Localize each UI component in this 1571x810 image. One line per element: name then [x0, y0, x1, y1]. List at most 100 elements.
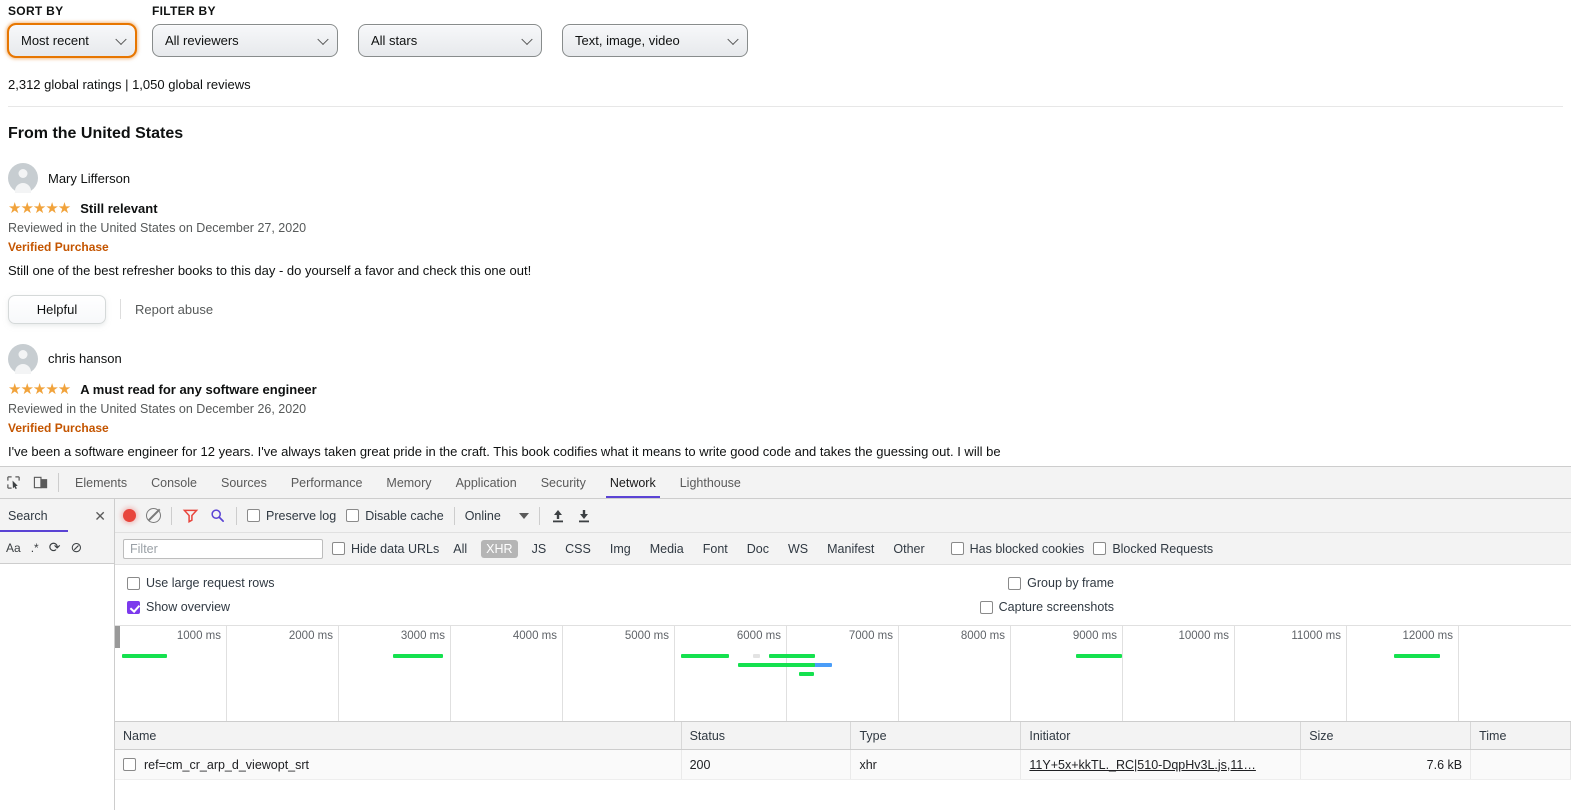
request-time: [1471, 750, 1571, 779]
filter-type-manifest[interactable]: Manifest: [822, 540, 879, 558]
tab-performance[interactable]: Performance: [279, 467, 375, 498]
filter-type-font[interactable]: Font: [698, 540, 733, 558]
checkbox-box[interactable]: [979, 600, 993, 614]
search-icon[interactable]: [209, 508, 226, 523]
review-title[interactable]: A must read for any software engineer: [80, 382, 316, 397]
column-header-status[interactable]: Status: [682, 722, 852, 749]
clear-network-log-icon[interactable]: [146, 508, 161, 523]
filter-type-js[interactable]: JS: [527, 540, 552, 558]
export-har-icon[interactable]: [576, 508, 592, 524]
row-checkbox[interactable]: [123, 758, 136, 771]
request-name-cell[interactable]: ref=cm_cr_arp_d_viewopt_srt: [115, 750, 682, 779]
checkbox-box[interactable]: [1008, 576, 1022, 590]
table-header-row: Name Status Type Initiator Size Time: [115, 722, 1571, 750]
request-initiator[interactable]: 11Y+5x+kkTL._RC|510-DqpHv3L.js,11…: [1021, 750, 1302, 779]
devtools-body: Search ✕ Aa .* ⟳ ⊘ Preserve log Disable …: [0, 499, 1571, 810]
tab-memory[interactable]: Memory: [374, 467, 443, 498]
checkbox-box[interactable]: [950, 542, 964, 555]
sort-by-select[interactable]: Most recent: [7, 23, 137, 58]
filter-by-label: FILTER BY: [152, 4, 216, 18]
report-abuse-link[interactable]: Report abuse: [135, 302, 213, 317]
filter-type-doc[interactable]: Doc: [742, 540, 774, 558]
use-large-request-rows-checkbox[interactable]: Use large request rows: [127, 576, 275, 590]
avatar: [8, 163, 38, 193]
tab-sources[interactable]: Sources: [209, 467, 279, 498]
throttling-select[interactable]: Online: [465, 509, 529, 523]
preserve-log-label: Preserve log: [266, 508, 337, 523]
divider: [453, 506, 455, 525]
blocked-requests-checkbox[interactable]: Blocked Requests: [1093, 542, 1213, 556]
devtools-tabbar: Elements Console Sources Performance Mem…: [0, 467, 1571, 499]
filter-type-css[interactable]: CSS: [560, 540, 596, 558]
review-title[interactable]: Still relevant: [80, 201, 157, 216]
inspect-element-icon[interactable]: [0, 467, 27, 498]
filter-type-all[interactable]: All: [448, 540, 472, 558]
clear-search-icon[interactable]: ⊘: [70, 539, 82, 556]
overview-request-bar: [753, 654, 761, 658]
helpful-button[interactable]: Helpful: [8, 294, 106, 324]
all-stars-select[interactable]: All stars: [358, 24, 542, 57]
filter-type-img[interactable]: Img: [605, 540, 636, 558]
chevron-down-icon: [521, 33, 533, 45]
filter-icon[interactable]: [182, 508, 199, 523]
overview-left-handle[interactable]: [115, 626, 120, 648]
review-author-name[interactable]: chris hanson: [48, 351, 122, 366]
column-header-name[interactable]: Name: [115, 722, 682, 749]
star-rating-icon[interactable]: ★★★★★: [8, 201, 71, 216]
close-icon[interactable]: ✕: [94, 509, 106, 523]
blocked-requests-label: Blocked Requests: [1112, 541, 1214, 556]
all-reviewers-select[interactable]: All reviewers: [152, 24, 338, 57]
filter-type-media[interactable]: Media: [645, 540, 689, 558]
request-status: 200: [682, 750, 852, 779]
search-tab[interactable]: Search ✕: [0, 499, 114, 532]
tab-security[interactable]: Security: [529, 467, 598, 498]
capture-screenshots-checkbox[interactable]: Capture screenshots: [979, 600, 1114, 614]
disable-cache-checkbox[interactable]: Disable cache: [346, 509, 444, 523]
search-tools: Aa .* ⟳ ⊘: [0, 532, 114, 564]
checkbox-box[interactable]: [332, 542, 345, 555]
refresh-icon[interactable]: ⟳: [49, 539, 61, 556]
checkbox-box[interactable]: [127, 576, 140, 590]
match-case-icon[interactable]: Aa: [6, 541, 21, 555]
capture-screenshots-label: Capture screenshots: [998, 600, 1114, 614]
tab-console[interactable]: Console: [139, 467, 209, 498]
show-overview-checkbox[interactable]: Show overview: [127, 600, 230, 614]
column-header-type[interactable]: Type: [851, 722, 1022, 749]
filter-type-other[interactable]: Other: [888, 540, 929, 558]
has-blocked-cookies-checkbox[interactable]: Has blocked cookies: [950, 542, 1084, 556]
column-header-time[interactable]: Time: [1471, 722, 1571, 749]
review-author-name[interactable]: Mary Lifferson: [48, 171, 130, 186]
checkbox-box[interactable]: [247, 509, 260, 522]
media-type-select[interactable]: Text, image, video: [562, 24, 748, 57]
tab-network[interactable]: Network: [598, 467, 668, 498]
import-har-icon[interactable]: [550, 508, 566, 524]
review-date: Reviewed in the United States on Decembe…: [8, 401, 307, 416]
network-overview-timeline[interactable]: 1000 ms 2000 ms 3000 ms 4000 ms 5000 ms 6000 …: [115, 626, 1571, 722]
checkbox-box[interactable]: [127, 600, 140, 614]
filter-type-xhr[interactable]: XHR: [481, 539, 518, 558]
checkbox-box[interactable]: [1093, 542, 1107, 555]
filter-type-ws[interactable]: WS: [783, 540, 813, 558]
star-rating-icon[interactable]: ★★★★★: [8, 382, 71, 397]
checkbox-box[interactable]: [346, 509, 360, 522]
preserve-log-checkbox[interactable]: Preserve log: [247, 509, 336, 523]
tab-elements[interactable]: Elements: [63, 467, 139, 498]
column-header-initiator[interactable]: Initiator: [1021, 722, 1302, 749]
initiator-link[interactable]: 11Y+5x+kkTL._RC|510-DqpHv3L.js,11…: [1029, 758, 1256, 772]
tab-lighthouse[interactable]: Lighthouse: [668, 467, 753, 498]
ratings-summary: 2,312 global ratings | 1,050 global revi…: [8, 77, 251, 92]
sort-by-label: SORT BY: [8, 4, 64, 18]
group-by-frame-checkbox[interactable]: Group by frame: [1008, 576, 1114, 590]
record-icon[interactable]: [123, 509, 136, 522]
table-row[interactable]: ref=cm_cr_arp_d_viewopt_srt 200 xhr 11Y+…: [115, 750, 1571, 780]
regex-icon[interactable]: .*: [31, 541, 39, 555]
filter-input[interactable]: Filter: [123, 538, 323, 559]
chevron-down-icon: [115, 33, 127, 45]
group-by-frame-label: Group by frame: [1027, 576, 1114, 590]
tab-application[interactable]: Application: [444, 467, 529, 498]
hide-data-urls-checkbox[interactable]: Hide data URLs: [332, 542, 439, 556]
device-toolbar-icon[interactable]: [27, 467, 54, 498]
search-drawer: Search ✕ Aa .* ⟳ ⊘: [0, 499, 115, 810]
column-header-size[interactable]: Size: [1301, 722, 1472, 749]
request-name: ref=cm_cr_arp_d_viewopt_srt: [144, 757, 310, 772]
